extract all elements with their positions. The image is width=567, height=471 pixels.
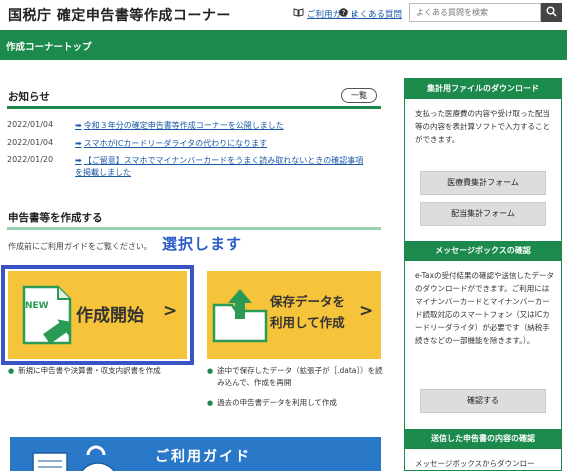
news-link-text[interactable]: スマホがICカードリーダライタの代わりになります: [84, 139, 267, 148]
question-icon: ?: [339, 8, 348, 20]
search-button[interactable]: [541, 3, 562, 22]
chevron-right-icon: >: [163, 301, 178, 321]
page: 国税庁 確定申告書等作成コーナー ご利用ガイド ? よくある質問 作成コーナート…: [0, 0, 567, 471]
start-create-label[interactable]: 作成開始: [76, 301, 144, 326]
site-title[interactable]: 国税庁 確定申告書等作成コーナー: [8, 5, 231, 25]
news-rule: [7, 106, 381, 109]
news-date: 2022/01/04: [7, 138, 54, 147]
sidebar-heading: 集計用ファイルのダウンロード: [405, 79, 561, 99]
select-annotation: 選択します: [162, 235, 243, 253]
create-title: 申告書等を作成する: [8, 212, 103, 224]
guide-illustration-icon: [28, 443, 138, 471]
start-create-button[interactable]: NEW 作成開始 >: [8, 271, 187, 359]
resume-bullet: ● 途中で保存したデータ（拡張子が［.data］）を読み込んで、作成を再開: [207, 365, 385, 389]
resume-saved-button[interactable]: 保存データを 利用して作成 >: [207, 271, 381, 359]
header: 国税庁 確定申告書等作成コーナー ご利用ガイド ? よくある質問: [0, 0, 567, 27]
resume-bullet-text: 過去の申告書データを利用して作成: [217, 398, 337, 407]
create-rule: [7, 227, 381, 230]
nav-band: 作成コーナートップ: [0, 30, 567, 60]
resume-label-line2[interactable]: 利用して作成: [270, 312, 345, 331]
sidebar-heading: メッセージボックスの確認: [405, 241, 561, 261]
create-note: 作成前にご利用ガイドをご覧ください。: [8, 242, 152, 251]
news-item: 2022/01/04 ➡ 令和３年分の確定申告書等作成コーナーを公開しました: [7, 120, 365, 132]
news-link-text[interactable]: 令和３年分の確定申告書等作成コーナーを公開しました: [84, 121, 284, 130]
news-list-button[interactable]: 一覧: [341, 88, 377, 103]
folder-upload-icon: [212, 285, 270, 349]
dividend-form-button[interactable]: 配当集計フォーム: [420, 202, 546, 226]
bullet-dot-icon: ●: [8, 367, 15, 375]
chevron-right-icon: >: [359, 301, 374, 321]
resume-bullet-text: 途中で保存したデータ（拡張子が［.data］）を読み込んで、作成を再開: [217, 366, 383, 387]
new-document-icon: [20, 285, 78, 351]
resume-bullet: ● 過去の申告書データを利用して作成: [207, 397, 385, 409]
start-bullet-text: 新規に申告書や決算書・収支内訳書を作成: [18, 366, 161, 375]
breadcrumb-current: 作成コーナートップ: [6, 42, 92, 53]
sidebar: 集計用ファイルのダウンロード 支払った医療費の内容や受け取った配当等の内容を表計…: [404, 78, 562, 471]
new-badge: NEW: [25, 301, 49, 311]
news-date: 2022/01/04: [7, 120, 54, 129]
sidebar-text: 支払った医療費の内容や受け取った配当等の内容を表計算ソフトで入力することができま…: [415, 109, 550, 144]
start-bullet: ● 新規に申告書や決算書・収支内訳書を作成: [8, 365, 198, 377]
svg-text:?: ?: [342, 9, 346, 17]
news-item: 2022/01/04 ➡ スマホがICカードリーダライタの代わりになります: [7, 138, 365, 150]
medical-form-button[interactable]: 医療費集計フォーム: [420, 171, 546, 195]
bullet-dot-icon: ●: [207, 367, 214, 375]
search-input[interactable]: [409, 3, 541, 22]
faq-link[interactable]: ? よくある質問: [339, 8, 402, 20]
message-box-confirm-button[interactable]: 確認する: [420, 389, 546, 413]
news-link[interactable]: ➡ 令和３年分の確定申告書等作成コーナーを公開しました: [75, 120, 365, 132]
arrow-right-icon: ➡: [75, 139, 82, 148]
news-link[interactable]: ➡ スマホがICカードリーダライタの代わりになります: [75, 138, 365, 150]
bullet-dot-icon: ●: [207, 399, 214, 407]
arrow-right-icon: ➡: [75, 121, 82, 130]
arrow-right-icon: ➡: [75, 156, 82, 165]
faq-link-label[interactable]: よくある質問: [351, 8, 402, 20]
book-icon: [293, 8, 304, 20]
news-title: お知らせ: [8, 91, 50, 103]
news-link-text[interactable]: 【ご留意】スマホでマイナンバーカードをうまく読み取れないときの確認事項を掲載しま…: [75, 156, 363, 177]
sidebar-text: メッセージボックスからダウンロー: [415, 459, 535, 468]
search-icon: [546, 5, 557, 20]
sidebar-heading: 送信した申告書の内容の確認: [405, 429, 561, 449]
news-link[interactable]: ➡ 【ご留意】スマホでマイナンバーカードをうまく読み取れないときの確認事項を掲載し…: [75, 155, 365, 179]
resume-label-line1[interactable]: 保存データを: [270, 291, 345, 310]
news-date: 2022/01/20: [7, 155, 54, 164]
guide-banner-label[interactable]: ご利用ガイド: [155, 446, 251, 466]
sidebar-text: e-Taxの受付結果の確認や送信したデータのダウンロードができます。ご利用にはマ…: [415, 271, 555, 345]
guide-banner[interactable]: ご利用ガイド: [10, 437, 381, 471]
main-content: お知らせ 一覧 2022/01/04 ➡ 令和３年分の確定申告書等作成コーナーを公…: [0, 60, 398, 471]
news-item: 2022/01/20 ➡ 【ご留意】スマホでマイナンバーカードをうまく読み取れない…: [7, 155, 365, 179]
